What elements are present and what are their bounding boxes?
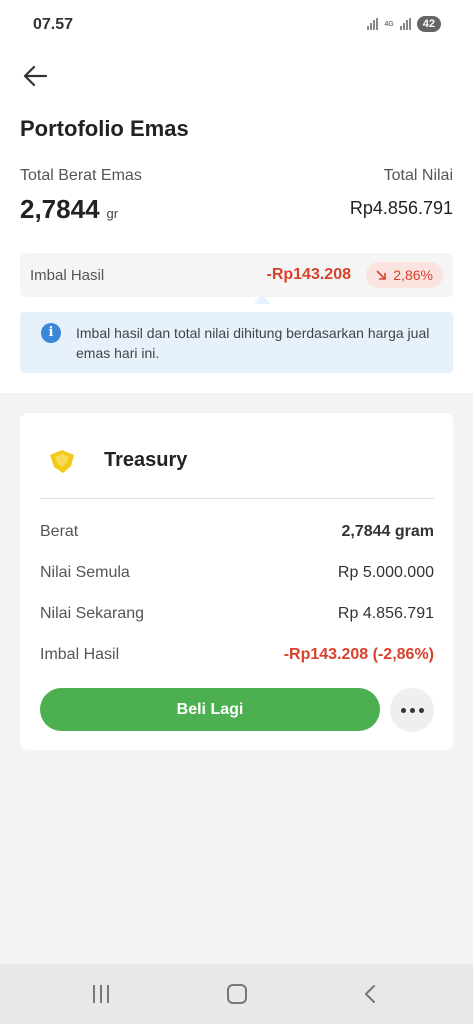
recent-apps-icon[interactable] [93,985,109,1003]
total-value-label: Total Nilai [383,167,453,184]
total-weight: 2,7844 gr [20,194,118,225]
detail-row-current-value: Nilai Sekarang Rp 4.856.791 [40,605,434,623]
row-label: Berat [40,523,79,540]
home-icon[interactable] [227,984,247,1004]
return-row: Imbal Hasil -Rp143.208 2,86% [20,253,453,297]
total-weight-value: 2,7844 [20,194,100,224]
battery-level: 42 [416,16,441,32]
signal-icon-2 [399,18,411,30]
return-percent-badge: 2,86% [366,262,443,288]
row-label: Imbal Hasil [40,646,120,663]
arrow-left-icon[interactable] [22,64,48,88]
card-title: Treasury [104,449,188,471]
info-note: i Imbal hasil dan total nilai dihitung b… [20,312,453,373]
signal-icon [367,18,379,30]
row-value: 2,7844 gram [341,523,434,540]
card-divider [40,498,434,499]
row-value: Rp 4.856.791 [337,605,434,622]
detail-row-initial-value: Nilai Semula Rp 5.000.000 [40,564,434,582]
total-weight-unit: gr [106,206,119,221]
row-label: Nilai Sekarang [40,605,145,622]
status-bar: 07.57 4G 42 [0,0,473,50]
info-text: Imbal hasil dan total nilai dihitung ber… [76,325,430,361]
row-value: -Rp143.208 (-2,86%) [283,646,434,663]
total-value-amount: Rp4.856.791 [349,198,453,218]
status-time: 07.57 [33,16,74,33]
network-type: 4G [384,20,394,28]
info-icon: i [41,323,61,343]
system-nav-bar [0,964,473,1024]
return-percent: 2,86% [393,267,433,283]
back-chevron-icon[interactable] [362,984,380,1004]
detail-row-weight: Berat 2,7844 gram [40,523,434,541]
info-pointer [254,294,270,304]
row-value: Rp 5.000.000 [337,564,434,581]
return-amount: -Rp143.208 [266,266,352,283]
more-horizontal-icon[interactable] [390,688,434,732]
portfolio-summary: Portofolio Emas Total Berat Emas Total N… [0,50,473,393]
treasury-card: Treasury Berat 2,7844 gram Nilai Semula … [20,413,453,750]
total-weight-label: Total Berat Emas [20,167,142,184]
buy-again-button[interactable]: Beli Lagi [40,688,380,731]
row-label: Nilai Semula [40,564,130,581]
page-title: Portofolio Emas [20,116,189,141]
treasury-logo-icon [50,450,74,473]
status-icons: 4G 42 [367,16,441,32]
detail-row-return: Imbal Hasil -Rp143.208 (-2,86%) [40,646,434,664]
arrow-down-right-icon [376,270,387,280]
return-label: Imbal Hasil [30,267,105,284]
